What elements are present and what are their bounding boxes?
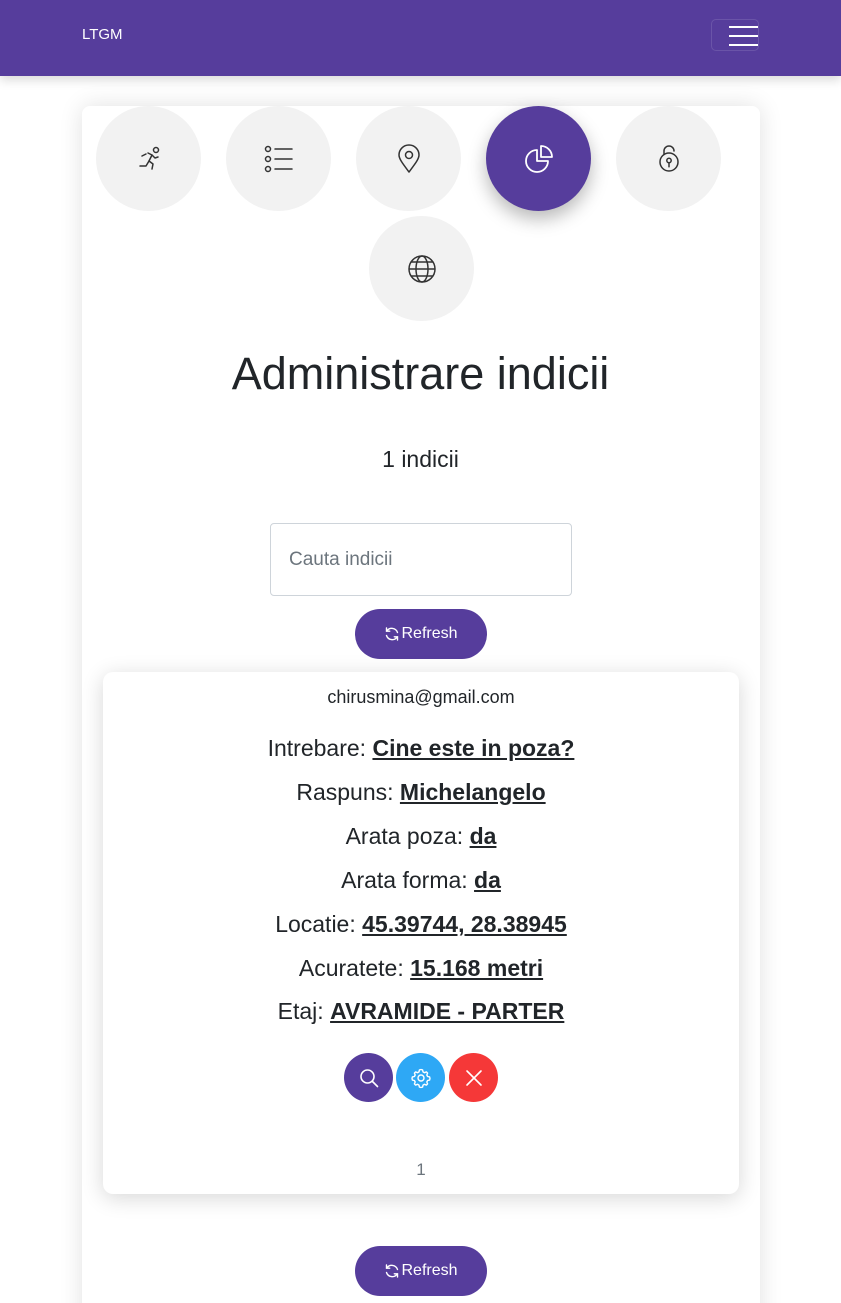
location-pin-icon bbox=[397, 143, 420, 173]
refresh-label: Refresh bbox=[401, 1262, 458, 1279]
hamburger-icon bbox=[729, 26, 758, 28]
hint-field-accuracy: Acuratete: 15.168 metri bbox=[298, 955, 544, 981]
search-icon bbox=[359, 1068, 378, 1087]
nav-circle-access[interactable] bbox=[616, 106, 721, 211]
hint-show-shape-link[interactable]: da bbox=[474, 867, 501, 893]
hint-field-floor: Etaj: AVRAMIDE - PARTER bbox=[277, 998, 565, 1024]
top-navbar: LTGM bbox=[0, 0, 841, 76]
refresh-icon bbox=[386, 1264, 399, 1278]
nav-circle-activity[interactable] bbox=[96, 106, 201, 211]
search-input[interactable] bbox=[270, 523, 572, 596]
hint-field-show-photo: Arata poza: da bbox=[345, 823, 497, 849]
brand-logo[interactable]: LTGM bbox=[82, 26, 123, 43]
refresh-button-top[interactable]: Refresh bbox=[355, 609, 487, 659]
refresh-label: Refresh bbox=[401, 625, 458, 642]
gear-icon bbox=[410, 1068, 431, 1088]
nav-circle-statistics[interactable] bbox=[486, 106, 591, 211]
page-title: Administrare indicii bbox=[231, 348, 610, 399]
hint-field-location: Locatie: 45.39744, 28.38945 bbox=[275, 911, 567, 937]
hint-floor-link[interactable]: AVRAMIDE - PARTER bbox=[330, 998, 564, 1024]
nav-circle-location[interactable] bbox=[356, 106, 461, 211]
unlock-icon bbox=[658, 144, 679, 172]
hint-location-link[interactable]: 45.39744, 28.38945 bbox=[362, 911, 567, 937]
pie-chart-icon bbox=[524, 144, 553, 173]
nav-circle-map[interactable] bbox=[369, 216, 474, 321]
hint-author-email: chirusmina@gmail.com bbox=[327, 687, 515, 707]
hint-field-show-shape: Arata forma: da bbox=[341, 867, 501, 893]
nav-circle-list[interactable] bbox=[226, 106, 331, 211]
hint-question-link[interactable]: Cine este in poza? bbox=[372, 735, 574, 761]
pagination-page-1[interactable]: 1 bbox=[103, 1160, 739, 1180]
settings-button[interactable] bbox=[396, 1053, 445, 1102]
refresh-button-bottom[interactable]: Refresh bbox=[355, 1246, 487, 1296]
hint-card: chirusmina@gmail.com Intrebare: Cine est… bbox=[103, 672, 739, 1194]
close-icon bbox=[465, 1069, 482, 1086]
hint-field-question: Intrebare: Cine este in poza? bbox=[267, 735, 575, 761]
hint-answer-link[interactable]: Michelangelo bbox=[400, 779, 546, 805]
running-person-icon bbox=[138, 146, 159, 170]
menu-toggle-button[interactable] bbox=[711, 19, 759, 51]
hint-field-answer: Raspuns: Michelangelo bbox=[296, 779, 546, 805]
globe-icon bbox=[407, 254, 436, 283]
list-icon bbox=[264, 145, 293, 172]
results-count: 1 indicii bbox=[382, 446, 459, 472]
hint-show-photo-link[interactable]: da bbox=[470, 823, 497, 849]
delete-button[interactable] bbox=[449, 1053, 498, 1102]
refresh-icon bbox=[386, 627, 399, 641]
hint-accuracy-link[interactable]: 15.168 metri bbox=[410, 955, 543, 981]
view-button[interactable] bbox=[344, 1053, 393, 1102]
